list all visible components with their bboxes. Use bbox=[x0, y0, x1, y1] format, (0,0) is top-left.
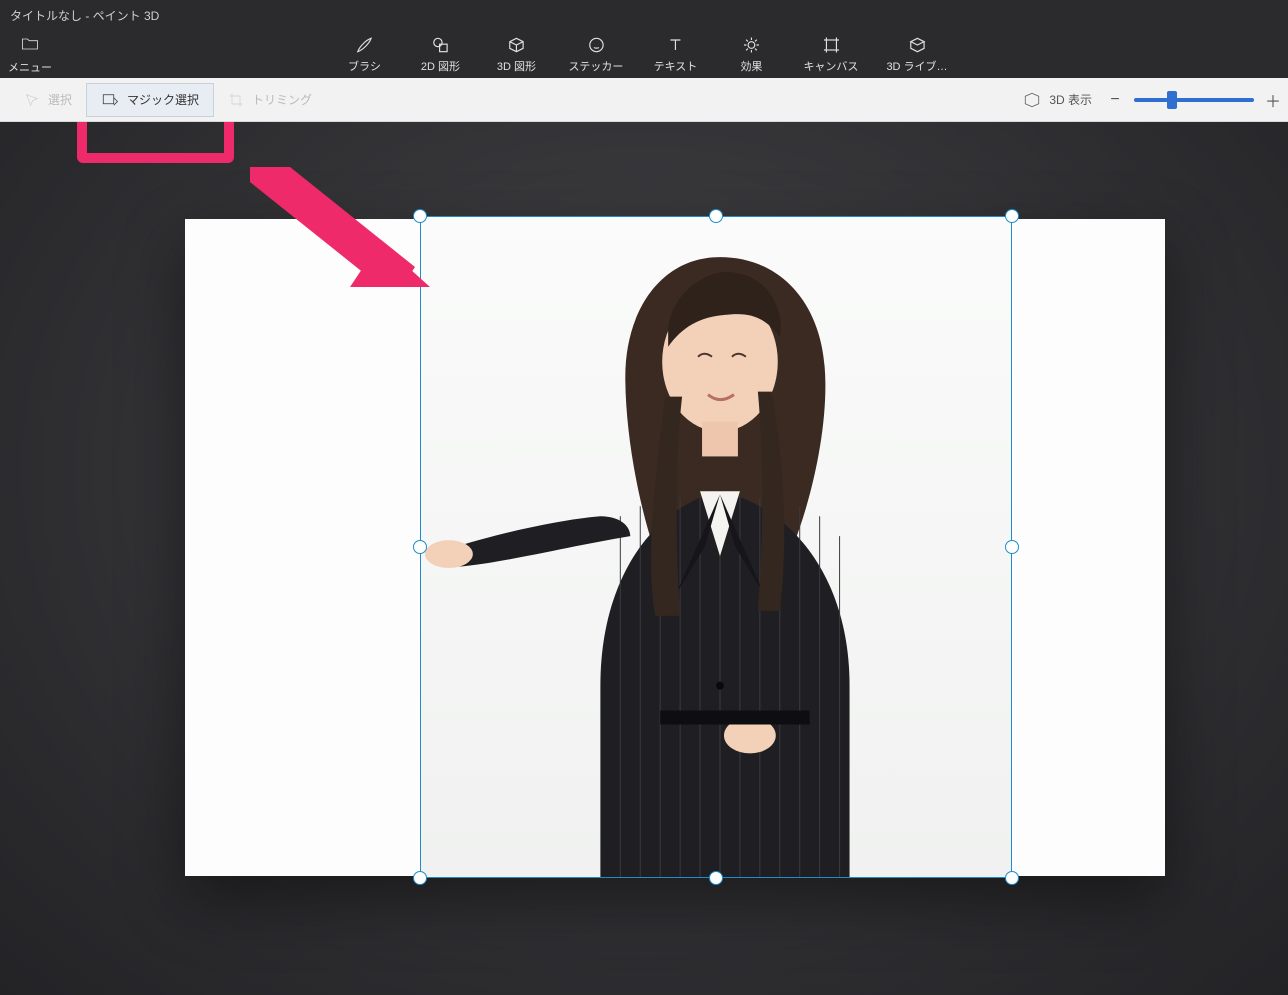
selection-handle-bottom-center[interactable] bbox=[709, 871, 723, 885]
tool-2d-label: 2D 図形 bbox=[421, 58, 460, 74]
tool-3d-label: 3D 図形 bbox=[497, 58, 536, 74]
menu-button[interactable]: メニュー bbox=[0, 30, 60, 78]
tool-effects-label: 効果 bbox=[740, 58, 762, 74]
folder-icon bbox=[20, 34, 40, 57]
tool-library-label: 3D ライブ… bbox=[886, 58, 947, 74]
ribbon-tools: ブラシ 2D 図形 3D 図形 ステッカー テキスト bbox=[340, 30, 947, 78]
zoom-out-button[interactable]: − bbox=[1106, 91, 1124, 109]
selection-handle-bottom-right[interactable] bbox=[1005, 871, 1019, 885]
tool-canvas-label: キャンバス bbox=[803, 58, 858, 74]
view-3d-label: 3D 表示 bbox=[1049, 91, 1092, 108]
zoom-controls: − ＋ bbox=[1106, 91, 1282, 109]
titlebar: タイトルなし - ペイント 3D bbox=[0, 0, 1288, 30]
tool-sticker-label: ステッカー bbox=[568, 58, 623, 74]
sticker-icon bbox=[586, 35, 606, 55]
crop-button[interactable]: トリミング bbox=[214, 84, 326, 116]
shapes-3d-icon bbox=[506, 35, 526, 55]
zoom-in-label: ＋ bbox=[1265, 88, 1281, 112]
tool-sticker[interactable]: ステッカー bbox=[568, 35, 623, 74]
selection-handle-top-right[interactable] bbox=[1005, 209, 1019, 223]
zoom-out-label: − bbox=[1110, 91, 1119, 109]
zoom-slider-thumb[interactable] bbox=[1167, 91, 1177, 109]
tool-canvas[interactable]: キャンバス bbox=[803, 35, 858, 74]
library-icon bbox=[907, 35, 927, 55]
zoom-slider[interactable] bbox=[1134, 98, 1254, 102]
select-button[interactable]: 選択 bbox=[10, 84, 86, 116]
tool-2d-shapes[interactable]: 2D 図形 bbox=[416, 35, 464, 74]
annotation-highlight-box bbox=[77, 122, 234, 163]
menu-label: メニュー bbox=[8, 59, 52, 75]
selection-rectangle[interactable] bbox=[420, 216, 1012, 878]
sub-toolbar: 選択 マジック選択 トリミング 3D 表示 − ＋ bbox=[0, 78, 1288, 122]
tool-3d-shapes[interactable]: 3D 図形 bbox=[492, 35, 540, 74]
canvas-icon bbox=[821, 35, 841, 55]
magic-select-label: マジック選択 bbox=[127, 91, 199, 108]
workspace[interactable] bbox=[0, 122, 1288, 995]
zoom-in-button[interactable]: ＋ bbox=[1264, 91, 1282, 109]
crop-label: トリミング bbox=[252, 91, 312, 108]
effects-icon bbox=[741, 35, 761, 55]
view-3d-button[interactable]: 3D 表示 bbox=[1023, 91, 1092, 109]
canvas-image-person bbox=[421, 217, 1011, 877]
tool-effects[interactable]: 効果 bbox=[727, 35, 775, 74]
text-icon bbox=[665, 35, 685, 55]
selection-handle-top-left[interactable] bbox=[413, 209, 427, 223]
window-title: タイトルなし - ペイント 3D bbox=[10, 7, 159, 24]
shapes-2d-icon bbox=[430, 35, 450, 55]
brush-icon bbox=[354, 35, 374, 55]
selection-handle-top-center[interactable] bbox=[709, 209, 723, 223]
tool-text[interactable]: テキスト bbox=[651, 35, 699, 74]
selection-handle-middle-right[interactable] bbox=[1005, 540, 1019, 554]
tool-brush-label: ブラシ bbox=[348, 58, 381, 74]
tool-text-label: テキスト bbox=[654, 58, 698, 74]
tool-3d-library[interactable]: 3D ライブ… bbox=[886, 35, 947, 74]
selection-handle-middle-left[interactable] bbox=[413, 540, 427, 554]
tool-brush[interactable]: ブラシ bbox=[340, 35, 388, 74]
magic-select-button[interactable]: マジック選択 bbox=[86, 83, 214, 117]
ribbon: メニュー ブラシ 2D 図形 3D 図形 ステッカー bbox=[0, 30, 1288, 78]
selection-handle-bottom-left[interactable] bbox=[413, 871, 427, 885]
select-label: 選択 bbox=[48, 91, 72, 108]
